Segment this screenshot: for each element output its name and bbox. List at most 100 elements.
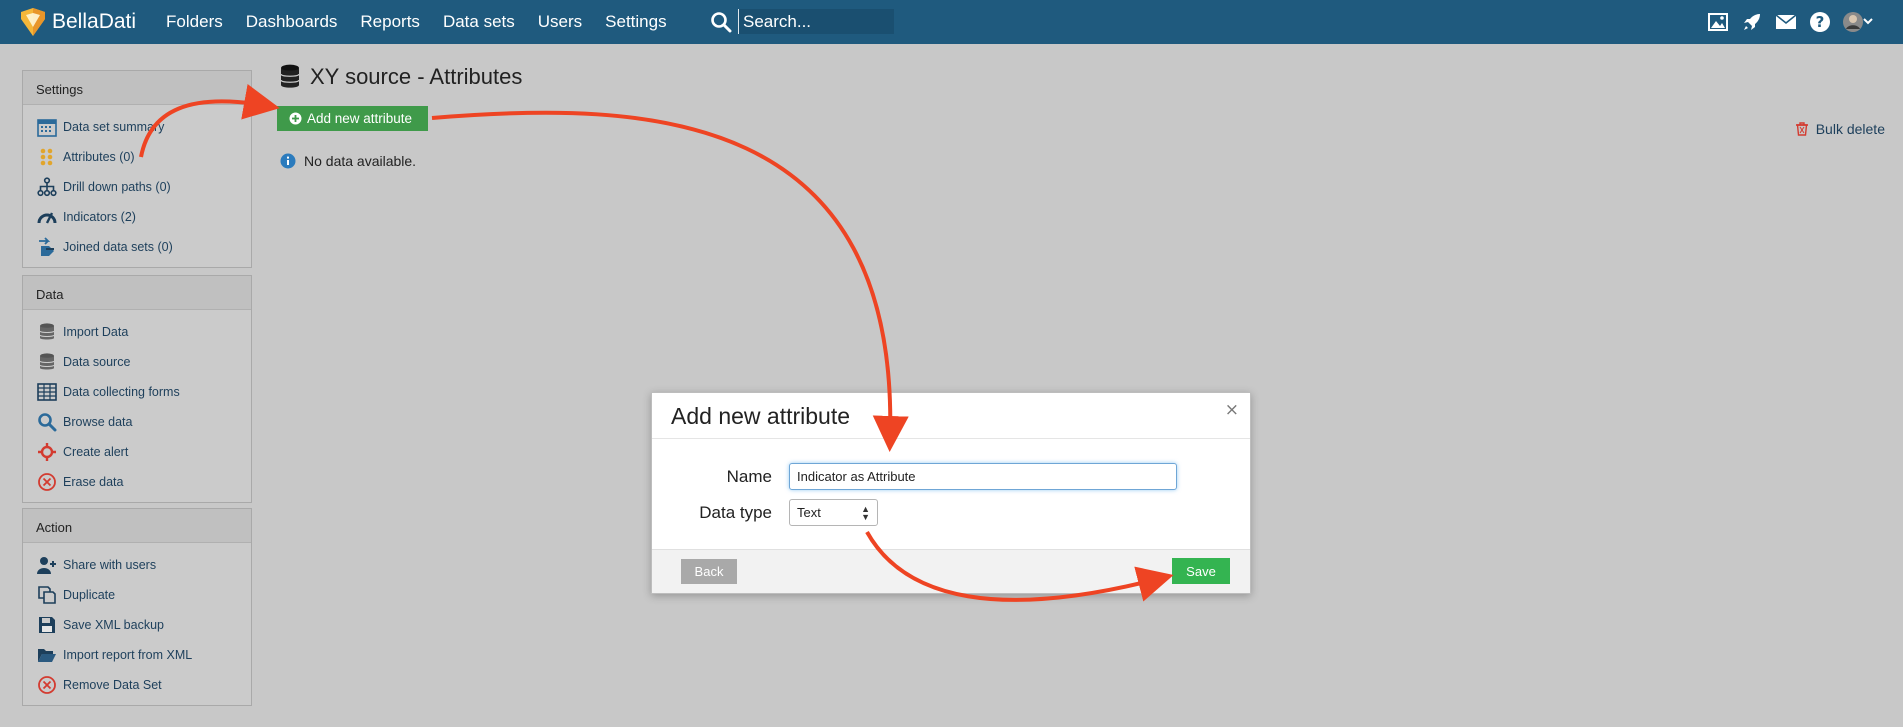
sidebar-item-label: Attributes (0) <box>63 150 135 164</box>
sidebar-item-data-collecting-forms[interactable]: Data collecting forms <box>23 377 251 407</box>
page-header: XY source - Attributes <box>280 64 522 90</box>
back-button[interactable]: Back <box>681 559 737 584</box>
sidebar-item-label: Data source <box>63 355 131 369</box>
data-type-row: Data type Text ▲ ▼ <box>652 499 878 526</box>
brand-name: BellaDati <box>52 10 137 33</box>
no-data-message: No data available. <box>280 153 416 169</box>
add-user-icon <box>37 557 56 574</box>
top-icons: ? <box>1695 11 1873 33</box>
search-icon[interactable] <box>710 11 732 33</box>
data-panel: Data Import Data Data source Data collec <box>22 275 252 503</box>
save-icon <box>39 617 55 633</box>
name-row: Name <box>652 463 1177 490</box>
top-navigation-bar: BellaDati Folders Dashboards Reports Dat… <box>0 0 1903 44</box>
sidebar-item-joined-data-sets[interactable]: Joined data sets (0) <box>23 232 251 262</box>
database-icon <box>39 323 55 340</box>
action-panel: Action Share with users Duplicate Save X <box>22 508 252 706</box>
svg-text:?: ? <box>1816 13 1825 31</box>
sidebar-item-label: Drill down paths (0) <box>63 180 171 194</box>
plus-circle-icon <box>289 112 302 125</box>
sidebar-item-data-source[interactable]: Data source <box>23 347 251 377</box>
dialog-footer: Back Save <box>652 549 1250 593</box>
name-field[interactable] <box>789 463 1177 490</box>
sidebar-item-create-alert[interactable]: Create alert <box>23 437 251 467</box>
sidebar-item-label: Data collecting forms <box>63 385 180 399</box>
join-icon <box>39 237 54 256</box>
sidebar-item-share-with-users[interactable]: Share with users <box>23 550 251 580</box>
name-label: Name <box>726 466 772 486</box>
sidebar-item-label: Create alert <box>63 445 129 459</box>
erase-icon <box>38 473 56 491</box>
sidebar-item-label: Joined data sets (0) <box>63 240 173 254</box>
sidebar-item-import-report-from-xml[interactable]: Import report from XML <box>23 640 251 670</box>
avatar[interactable] <box>1843 11 1873 33</box>
data-type-label: Data type <box>699 502 772 522</box>
nav-reports[interactable]: Reports <box>360 12 420 32</box>
image-icon[interactable] <box>1707 11 1729 33</box>
nav-settings[interactable]: Settings <box>605 12 666 32</box>
duplicate-icon <box>38 586 56 604</box>
sidebar-item-label: Erase data <box>63 475 124 489</box>
sidebar-item-data-set-summary[interactable]: Data set summary <box>23 112 251 142</box>
sidebar-item-label: Indicators (2) <box>63 210 136 224</box>
help-icon[interactable]: ? <box>1809 11 1831 33</box>
dialog-header: Add new attribute × <box>652 393 1250 439</box>
sidebar-item-attributes[interactable]: Attributes (0) <box>23 142 251 172</box>
trash-icon <box>1795 122 1808 136</box>
sidebar-item-duplicate[interactable]: Duplicate <box>23 580 251 610</box>
grid-icon <box>37 383 57 401</box>
bulk-delete-link[interactable]: Bulk delete <box>1795 121 1885 137</box>
no-data-text: No data available. <box>304 153 417 169</box>
data-type-value: Text <box>797 505 821 520</box>
calendar-icon <box>37 119 57 137</box>
close-icon[interactable]: × <box>1225 400 1239 420</box>
sidebar-item-label: Import Data <box>63 325 129 339</box>
sidebar-item-label: Data set summary <box>63 120 165 134</box>
select-arrows-icon: ▲ ▼ <box>861 503 870 522</box>
settings-panel: Settings Data set summary Attributes (0)… <box>22 70 252 268</box>
sidebar-item-label: Duplicate <box>63 588 116 602</box>
rocket-icon[interactable] <box>1741 11 1763 33</box>
add-new-attribute-label: Add new attribute <box>307 111 413 126</box>
folder-open-icon <box>38 649 56 662</box>
sidebar-item-drill-down-paths[interactable]: Drill down paths (0) <box>23 172 251 202</box>
sidebar-item-browse-data[interactable]: Browse data <box>23 407 251 437</box>
search-input[interactable] <box>738 9 894 34</box>
belladati-logo-icon <box>21 8 45 36</box>
nav-folders[interactable]: Folders <box>166 12 223 32</box>
sidebar-item-import-data[interactable]: Import Data <box>23 317 251 347</box>
save-button[interactable]: Save <box>1172 558 1230 584</box>
dialog-title: Add new attribute <box>671 403 851 429</box>
sidebar-item-label: Browse data <box>63 415 133 429</box>
page-title: XY source - Attributes <box>310 64 523 89</box>
database-icon <box>280 64 300 88</box>
data-panel-title: Data <box>23 276 251 310</box>
bulk-delete-label: Bulk delete <box>1815 121 1885 137</box>
remove-icon <box>38 676 56 694</box>
arrow-add-button-to-dialog <box>431 110 909 452</box>
add-new-attribute-button[interactable]: Add new attribute <box>277 106 428 131</box>
gauge-icon <box>37 212 57 224</box>
mail-icon[interactable] <box>1775 11 1797 33</box>
info-icon <box>280 153 296 169</box>
alert-icon <box>38 443 56 461</box>
data-type-select[interactable]: Text ▲ ▼ <box>789 499 878 526</box>
sidebar-item-indicators[interactable]: Indicators (2) <box>23 202 251 232</box>
settings-panel-title: Settings <box>23 71 251 105</box>
sidebar-item-save-xml-backup[interactable]: Save XML backup <box>23 610 251 640</box>
sidebar-item-label: Save XML backup <box>63 618 164 632</box>
nav-data-sets[interactable]: Data sets <box>443 12 515 32</box>
main-nav: Folders Dashboards Reports Data sets Use… <box>166 12 690 32</box>
database-icon <box>39 353 55 370</box>
sidebar-item-remove-data-set[interactable]: Remove Data Set <box>23 670 251 700</box>
nav-users[interactable]: Users <box>538 12 582 32</box>
hierarchy-icon <box>37 177 57 197</box>
attributes-icon <box>40 148 53 166</box>
action-panel-title: Action <box>23 509 251 543</box>
sidebar-item-erase-data[interactable]: Erase data <box>23 467 251 497</box>
nav-dashboards[interactable]: Dashboards <box>246 12 338 32</box>
sidebar-item-label: Share with users <box>63 558 157 572</box>
brand[interactable]: BellaDati <box>18 7 136 37</box>
search-icon <box>38 413 57 432</box>
add-attribute-dialog: Add new attribute × Name Data type Text … <box>651 392 1251 594</box>
